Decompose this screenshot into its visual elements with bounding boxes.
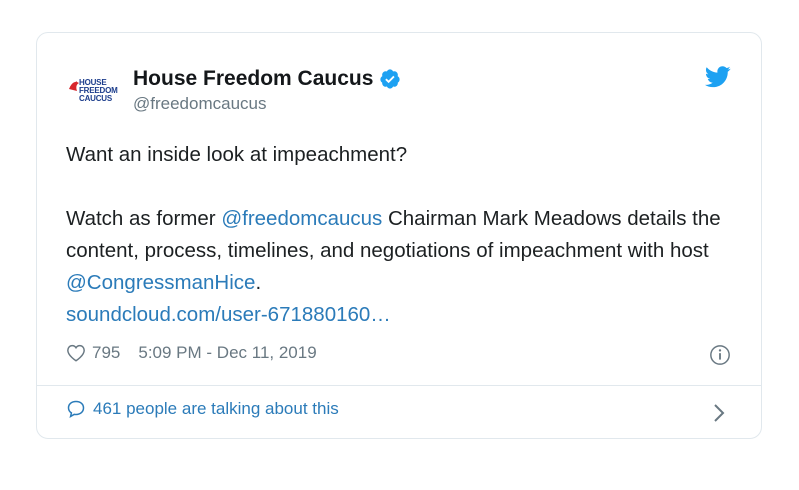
tweet-meta: 795 5:09 PM - Dec 11, 2019: [66, 343, 317, 363]
mention-congressmanhice-link[interactable]: @CongressmanHice: [66, 271, 255, 294]
author-display-name[interactable]: House Freedom Caucus: [133, 67, 373, 91]
tweet-text-part: Watch as former: [66, 207, 222, 230]
mention-freedomcaucus-link[interactable]: @freedomcaucus: [221, 207, 382, 230]
tweet-line-1: Want an inside look at impeachment?: [66, 143, 408, 166]
tweet-card[interactable]: HOUSE FREEDOM CAUCUS House Freedom Caucu…: [36, 32, 762, 439]
chevron-right-icon[interactable]: [713, 403, 725, 423]
avatar[interactable]: HOUSE FREEDOM CAUCUS: [65, 67, 119, 121]
soundcloud-link[interactable]: soundcloud.com/user-671880160…: [66, 299, 746, 331]
info-icon[interactable]: [709, 344, 731, 366]
avatar-logo-text: HOUSE FREEDOM CAUCUS: [79, 78, 118, 103]
author-handle[interactable]: @freedomcaucus: [133, 94, 267, 114]
like-count[interactable]: 795: [92, 343, 120, 363]
speech-bubble-icon: [67, 400, 85, 419]
author-name-row[interactable]: House Freedom Caucus: [133, 67, 401, 91]
tweet-timestamp[interactable]: 5:09 PM - Dec 11, 2019: [138, 343, 316, 363]
talking-count-label[interactable]: 461 people are talking about this: [93, 399, 339, 419]
verified-badge-icon: [380, 69, 401, 89]
twitter-bird-icon[interactable]: [705, 66, 731, 88]
tweet-text: Want an inside look at impeachment? Watc…: [66, 139, 746, 331]
tweet-text-part: .: [255, 271, 262, 294]
tweet-paragraph-2: Watch as former @freedomcaucus Chairman …: [66, 203, 746, 299]
divider: [37, 385, 761, 386]
conversation-link[interactable]: 461 people are talking about this: [66, 399, 339, 419]
heart-icon[interactable]: [66, 344, 86, 362]
